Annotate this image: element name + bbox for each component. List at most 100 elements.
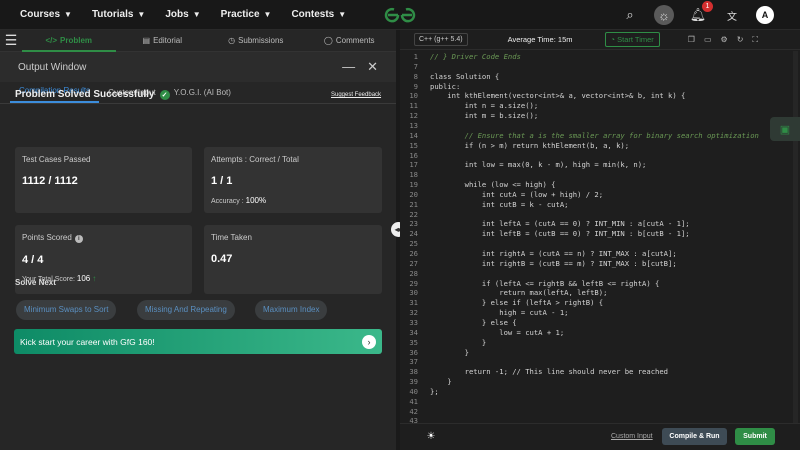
bell-icon[interactable]: 🔔︎ 1 — [688, 1, 713, 25]
line-content: return max(leftA, leftB); — [430, 288, 608, 298]
nav-label: Jobs — [165, 9, 189, 20]
line-content: } else if (leftA > rightB) { — [430, 298, 604, 308]
editor-panel: C++ (g++ 5.4) Average Time: 15m ◔ Start … — [400, 30, 800, 450]
code-line: 35 } — [400, 338, 793, 348]
nav-jobs[interactable]: Jobs ▼ — [165, 9, 200, 20]
line-number: 8 — [413, 71, 418, 81]
line-content — [422, 151, 430, 161]
average-time: Average Time: 15m — [507, 35, 573, 44]
tab-submissions[interactable]: ◷ Submissions — [209, 30, 303, 52]
chat-icon[interactable]: ▣ — [770, 117, 800, 141]
line-content: if (n > m) return kthElement(b, a, k); — [430, 140, 630, 150]
problem-tabs: ☰ </> Problem ▤ Editorial ◷ Submissions ◯ Co… — [0, 30, 396, 52]
copy-icon[interactable]: ❐ — [688, 35, 695, 45]
subtab-yogi-bot[interactable]: Y.O.G.I. (AI Bot) — [165, 88, 240, 103]
avatar[interactable]: A — [756, 6, 774, 24]
arrow-up-icon: ↑ — [92, 274, 97, 283]
tab-comments[interactable]: ◯ Comments — [303, 30, 397, 52]
language-select[interactable]: C++ (g++ 5.4) — [414, 33, 468, 46]
fullscreen-icon[interactable]: ⛶ — [752, 35, 758, 45]
nav-contests[interactable]: Contests ▼ — [291, 9, 346, 20]
output-window-header: Output Window — ✕ — [0, 52, 396, 82]
clock-icon: ◷ — [228, 35, 236, 45]
lightbulb-icon[interactable]: ☀ — [424, 431, 438, 445]
code-line: 37 — [400, 357, 793, 367]
line-number: 20 — [409, 189, 418, 199]
line-number: 1 — [413, 52, 418, 61]
code-line: 17 int low = max(0, k - m), high = min(k… — [400, 160, 793, 170]
code-line: 29 if (leftA <= rightB && leftB <= right… — [400, 279, 793, 289]
gfg160-banner[interactable]: Kick start your career with GfG 160! › — [14, 329, 382, 354]
tab-label: Submissions — [238, 35, 284, 45]
code-line: 42 — [400, 407, 793, 417]
search-icon[interactable]: ⌕ — [620, 5, 640, 25]
line-number: 38 — [409, 367, 418, 377]
status-message: Problem Solved Successfully ✓ — [15, 89, 170, 100]
suggest-feedback-link[interactable]: Suggest Feedback — [331, 92, 381, 98]
minimize-icon[interactable]: — — [342, 59, 355, 75]
gfg-logo[interactable] — [382, 6, 418, 24]
nav-label: Courses — [20, 9, 61, 20]
nav-label: Practice — [220, 9, 260, 20]
code-line: 20 int cutA = (low + high) / 2; — [400, 190, 793, 200]
code-line: 22 — [400, 210, 793, 220]
line-content: int leftA = (cutA == 0) ? INT_MIN : a[cu… — [430, 219, 690, 229]
compile-run-button[interactable]: Compile & Run — [662, 428, 727, 445]
line-number: 42 — [409, 406, 418, 416]
line-number: 34 — [409, 327, 418, 337]
chevron-right-icon[interactable]: › — [362, 334, 376, 349]
nav-practice[interactable]: Practice ▼ — [221, 9, 272, 20]
reset-icon[interactable]: ↻ — [737, 35, 744, 45]
nav-tutorials[interactable]: Tutorials ▼ — [92, 9, 145, 20]
custom-input-link[interactable]: Custom Input — [611, 433, 653, 440]
tab-editorial[interactable]: ▤ Editorial — [116, 30, 210, 52]
theme-toggle-icon[interactable]: ☼ — [654, 5, 674, 25]
line-content: int cutB = k - cutA; — [430, 199, 569, 209]
submit-button[interactable]: Submit — [735, 428, 775, 445]
file-icon[interactable]: ▭ — [704, 35, 712, 45]
code-line: 8 class Solution { — [400, 72, 793, 82]
line-number: 16 — [409, 150, 418, 160]
tab-problem[interactable]: </> Problem — [22, 30, 116, 52]
code-line: 12 int m = b.size(); — [400, 111, 793, 121]
tab-label: Problem — [60, 35, 93, 45]
nav-label: Tutorials — [91, 9, 134, 20]
code-editor[interactable]: 1 // } Driver Code Ends 7 8 class Solution {… — [400, 51, 793, 425]
time-value: 0.47 — [211, 253, 233, 265]
line-number: 15 — [409, 140, 418, 150]
code-line: 38 return -1; // This line should never … — [400, 367, 793, 377]
line-number: 21 — [409, 199, 418, 209]
line-content: // } Driver Code Ends — [430, 52, 521, 61]
line-number: 11 — [409, 101, 418, 111]
line-number: 7 — [413, 61, 418, 71]
line-number: 39 — [409, 377, 418, 387]
code-line: 33 } else { — [400, 318, 793, 328]
code-icon: </> — [45, 35, 58, 45]
chevron-down-icon: ▼ — [192, 10, 201, 19]
translate-icon[interactable]: 文 — [722, 5, 742, 25]
code-line: 24 int leftB = (cutB == 0) ? INT_MIN : b… — [400, 229, 793, 239]
next-problem-chip[interactable]: Maximum Index — [255, 300, 328, 320]
code-line: 41 — [400, 397, 793, 407]
check-circle-icon: ✓ — [159, 89, 170, 100]
nav-courses[interactable]: Courses ▼ — [20, 9, 72, 20]
start-timer-button[interactable]: ◔ Start Timer — [604, 32, 660, 47]
editor-scrollbar[interactable] — [793, 51, 798, 423]
line-content — [422, 170, 430, 180]
line-number: 23 — [409, 219, 418, 229]
line-content: while (low <= high) { — [430, 180, 556, 190]
line-content: int cutA = (low + high) / 2; — [430, 189, 604, 199]
line-number: 35 — [409, 337, 418, 347]
close-icon[interactable]: ✕ — [367, 59, 378, 75]
line-content — [422, 407, 430, 417]
next-problem-chip[interactable]: Missing And Repeating — [137, 300, 235, 320]
line-content: } — [430, 347, 469, 357]
line-content: int rightB = (cutB == m) ? INT_MAX : b[c… — [430, 258, 677, 268]
hamburger-menu-icon[interactable]: ☰ — [0, 32, 22, 49]
info-icon[interactable]: i — [74, 235, 83, 243]
code-line: 31 } else if (leftA > rightB) { — [400, 298, 793, 308]
settings-icon[interactable]: ⚙ — [721, 35, 728, 45]
line-content: } — [430, 377, 452, 387]
next-problem-chip[interactable]: Minimum Swaps to Sort — [16, 300, 117, 320]
code-line: 25 — [400, 239, 793, 249]
